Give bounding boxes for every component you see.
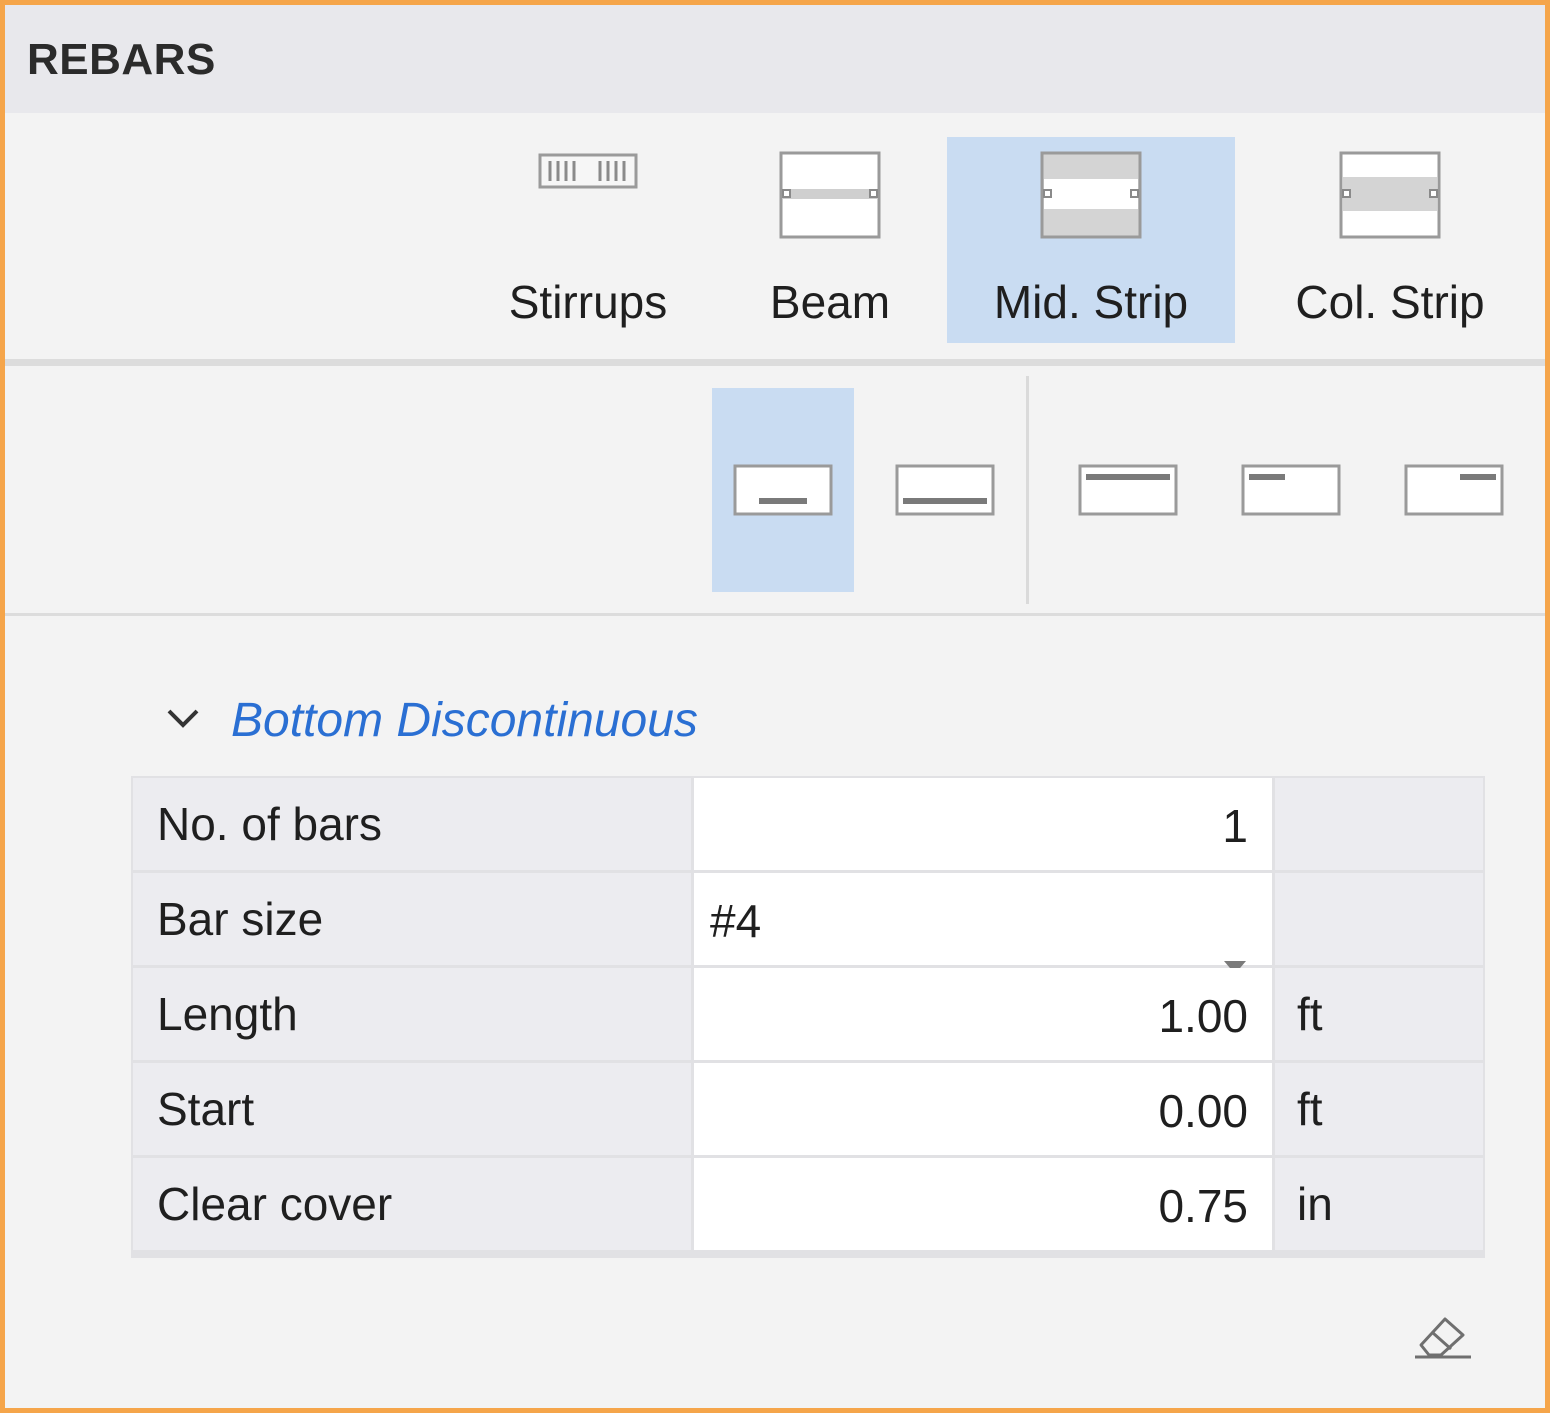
subtype-top-continuous-button[interactable] [1057,388,1199,592]
no-of-bars-input[interactable]: 1 [694,778,1272,870]
bar-size-value: #4 [710,895,762,947]
property-grid: No. of bars 1 Bar size #4 Length 1.00 ft… [131,776,1485,1258]
length-input[interactable]: 1.00 [694,968,1272,1060]
chevron-down-icon[interactable] [163,703,203,738]
rebars-panel: REBARS Stirrups Beam Mid. Strip Col. Str… [0,0,1550,1413]
property-unit [1275,873,1483,965]
property-row-clear-cover: Clear cover 0.75 in [133,1158,1483,1250]
panel-header: REBARS [5,5,1545,113]
property-unit: ft [1275,968,1483,1060]
property-label: Bar size [133,873,691,965]
category-label: Col. Strip [1295,276,1485,328]
property-row-length: Length 1.00 ft [133,968,1483,1060]
top-left-icon [1241,464,1341,523]
property-label: No. of bars [133,778,691,870]
top-continuous-icon [1078,464,1178,523]
subtype-top-left-button[interactable] [1220,388,1362,592]
property-label: Clear cover [133,1158,691,1250]
category-label: Mid. Strip [993,276,1189,328]
clear-cover-input[interactable]: 0.75 [694,1158,1272,1250]
property-row-bar-size: Bar size #4 [133,873,1483,974]
bar-size-select[interactable]: #4 [694,873,1272,974]
category-toolbar: Stirrups Beam Mid. Strip Col. Strip [5,113,1545,361]
category-stirrups-button[interactable]: Stirrups [493,137,683,343]
beam-icon [779,151,881,246]
divider [5,359,1545,366]
mid-strip-icon [1040,151,1142,246]
stirrups-icon [538,151,638,196]
category-label: Beam [769,276,891,328]
category-col-strip-button[interactable]: Col. Strip [1275,137,1505,343]
property-unit: ft [1275,1063,1483,1155]
panel-title: REBARS [27,35,216,84]
property-label: Start [133,1063,691,1155]
property-unit [1275,778,1483,870]
subtype-divider [1026,376,1029,604]
bottom-discontinuous-icon [733,464,833,523]
subtype-toolbar [5,366,1545,613]
bottom-continuous-icon [895,464,995,523]
subtype-bottom-continuous-button[interactable] [874,388,1016,592]
eraser-icon[interactable] [1411,1311,1475,1366]
property-row-no-of-bars: No. of bars 1 [133,778,1483,870]
category-beam-button[interactable]: Beam [745,137,915,343]
start-input[interactable]: 0.00 [694,1063,1272,1155]
top-right-icon [1404,464,1504,523]
category-label: Stirrups [508,276,668,328]
property-label: Length [133,968,691,1060]
category-mid-strip-button[interactable]: Mid. Strip [947,137,1235,343]
col-strip-icon [1339,151,1441,246]
subtype-top-right-button[interactable] [1383,388,1525,592]
subtype-bottom-discontinuous-button[interactable] [712,388,854,592]
property-unit: in [1275,1158,1483,1250]
divider [5,613,1545,616]
property-row-start: Start 0.00 ft [133,1063,1483,1155]
section-title[interactable]: Bottom Discontinuous [231,693,698,748]
